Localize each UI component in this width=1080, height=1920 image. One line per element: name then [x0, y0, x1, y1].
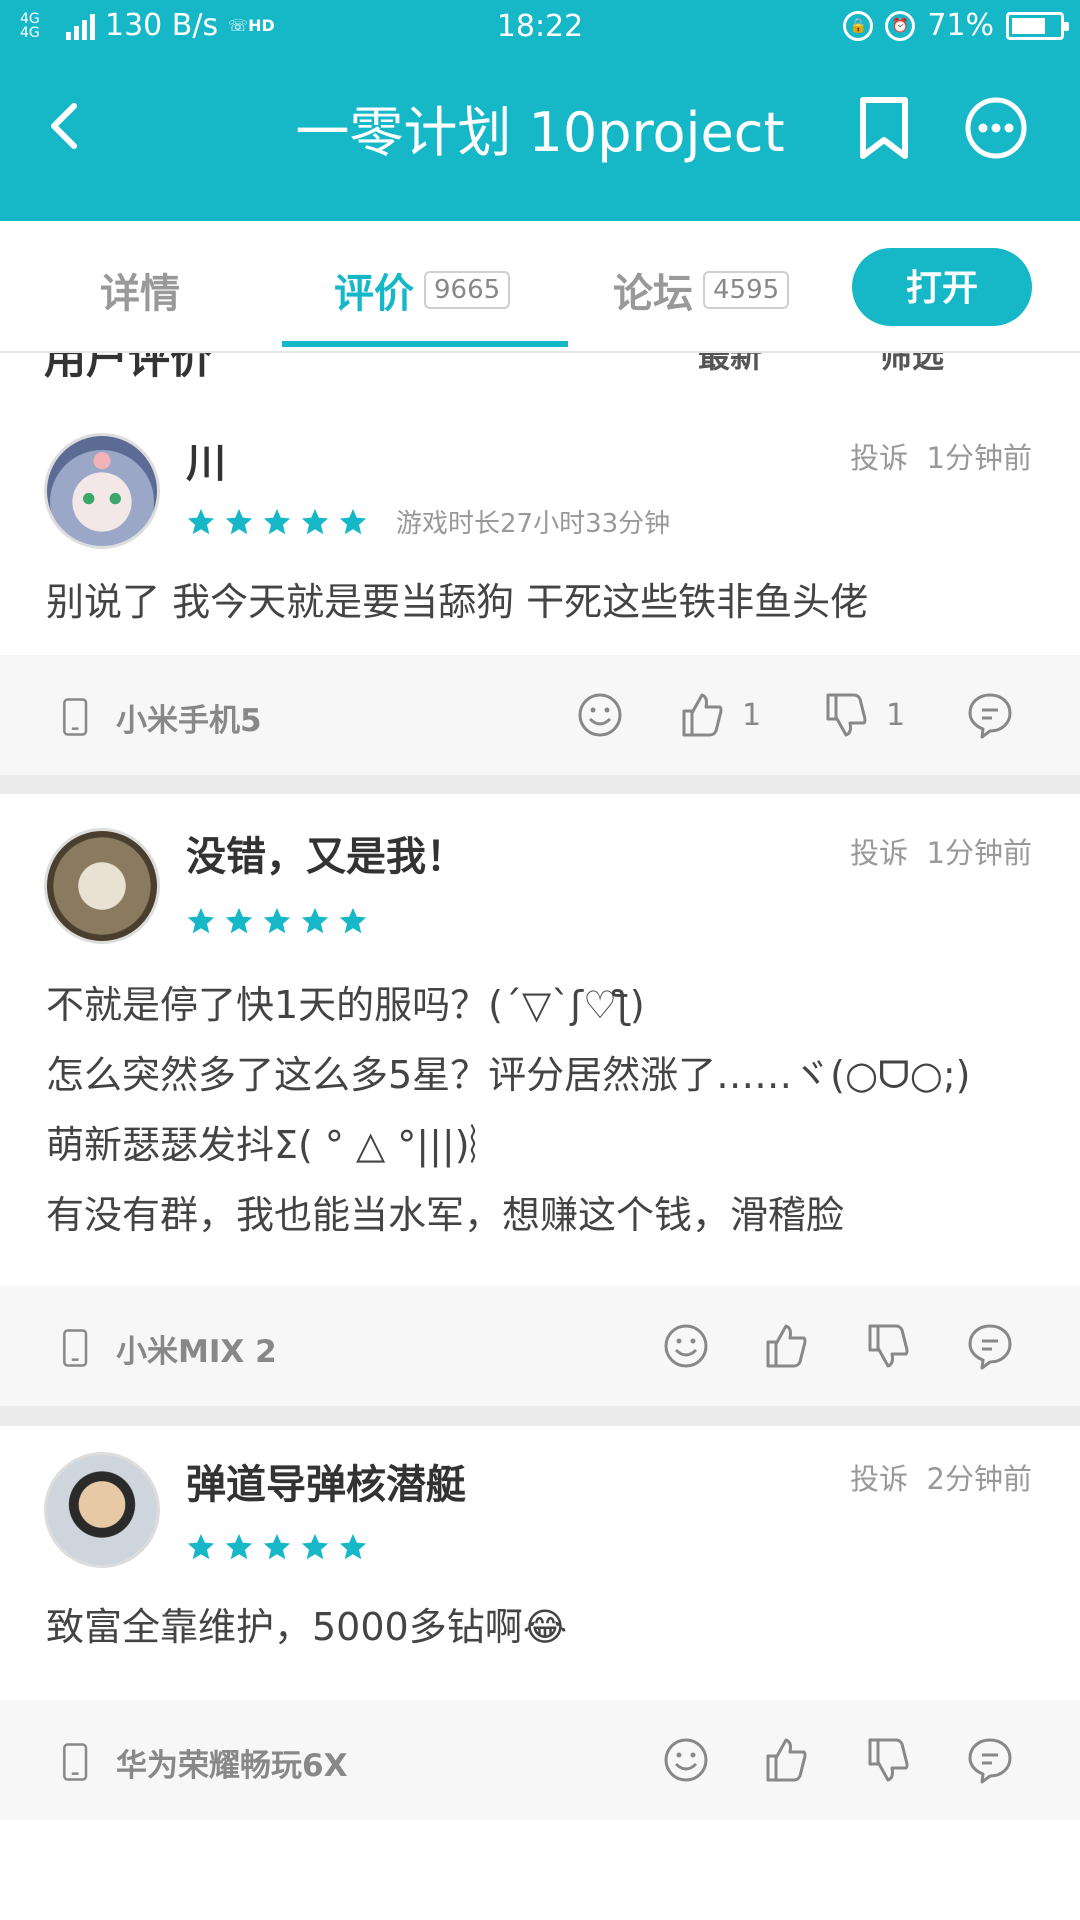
review-card: 没错，又是我！ 投诉 1分钟前 不就是停了快1天的服吗？(´▽`ʃ♡ƪ) 怎么突…: [0, 794, 1080, 1426]
section-title: 用户评价: [44, 353, 213, 383]
review-time: 1分钟前: [926, 836, 1032, 870]
reviewer-name[interactable]: 川: [186, 431, 226, 489]
review-card: 弹道导弹核潜艇 投诉 2分钟前 致富全靠维护，5000多钻啊😂 华为荣耀畅玩6X: [0, 1426, 1080, 1820]
thumbs-down-icon: [868, 1324, 909, 1368]
avatar[interactable]: [44, 433, 160, 549]
bookmark-icon[interactable]: [855, 96, 913, 160]
comment-icon: [968, 1324, 1012, 1370]
review-time: 1分钟前: [926, 441, 1032, 475]
app-header: 4G 4G 130 B/s ☏HD 18:22 🔒 ⏰ 71% 一零计划 10p…: [0, 0, 1080, 221]
sort-filter[interactable]: 筛选: [880, 353, 944, 377]
star-icon: [225, 508, 253, 534]
play-time: 游戏时长27小时33分钟: [396, 509, 671, 539]
review-footer: 小米手机5 1 1: [0, 655, 1080, 775]
thumbs-down-icon: [826, 693, 867, 737]
report-link[interactable]: 投诉: [850, 1462, 908, 1496]
star-icon: [225, 1533, 253, 1560]
open-button[interactable]: 打开: [852, 248, 1032, 326]
avatar[interactable]: [44, 828, 160, 944]
star-icon: [187, 907, 215, 934]
smiley-icon: [664, 1324, 708, 1368]
reviewer-name[interactable]: 没错，又是我！: [186, 824, 466, 882]
smiley-icon: [664, 1738, 708, 1782]
emoji-react-button[interactable]: [662, 1736, 710, 1784]
emoji-react-button[interactable]: [662, 1322, 710, 1370]
forum-count-badge: 4595: [703, 271, 790, 309]
comment-icon: [968, 693, 1012, 739]
like-button[interactable]: 1: [678, 691, 761, 739]
nav-bar: 一零计划 10project: [0, 56, 1080, 221]
rating-stars: [186, 1532, 368, 1562]
thumbs-up-icon: [766, 1738, 807, 1782]
comment-button[interactable]: [966, 1322, 1014, 1370]
device-info: 华为荣耀畅玩6X: [56, 1738, 347, 1786]
star-icon: [301, 1533, 329, 1560]
dislike-count: 1: [886, 697, 906, 733]
review-footer: 华为荣耀畅玩6X: [0, 1700, 1080, 1820]
phone-icon: [63, 698, 88, 736]
phone-icon: [63, 1743, 88, 1781]
dislike-button[interactable]: [864, 1736, 912, 1784]
card-divider: [0, 775, 1080, 795]
thumbs-down-icon: [868, 1738, 909, 1782]
review-content: 不就是停了快1天的服吗？(´▽`ʃ♡ƪ) 怎么突然多了这么多5星？评分居然涨了……: [46, 983, 971, 1237]
comment-button[interactable]: [966, 691, 1014, 739]
star-icon: [339, 907, 367, 934]
review-count-badge: 9665: [424, 271, 511, 309]
like-count: 1: [742, 697, 762, 733]
dislike-button[interactable]: 1: [822, 691, 905, 739]
rotation-lock-icon: 🔒: [843, 10, 874, 41]
comment-button[interactable]: [966, 1736, 1014, 1784]
more-icon[interactable]: [964, 96, 1028, 160]
rating-stars: [186, 906, 368, 936]
star-icon: [263, 508, 291, 534]
tab-bar: 详情 评价 9665 论坛 4595 打开: [0, 221, 1080, 353]
emoji-react-button[interactable]: [576, 691, 624, 739]
like-button[interactable]: [762, 1322, 810, 1370]
tab-details[interactable]: 详情: [100, 261, 180, 319]
rating-stars: 游戏时长27小时33分钟: [186, 503, 670, 540]
active-tab-indicator: [282, 341, 568, 347]
report-link[interactable]: 投诉: [850, 441, 908, 475]
like-button[interactable]: [762, 1736, 810, 1784]
review-content: 致富全靠维护，5000多钻啊😂: [46, 1605, 568, 1649]
sort-latest[interactable]: 最新: [698, 353, 762, 377]
device-info: 小米手机5: [56, 693, 262, 741]
battery-icon: [1006, 11, 1069, 40]
reviewer-name[interactable]: 弹道导弹核潜艇: [186, 1452, 466, 1510]
card-divider: [0, 1406, 1080, 1426]
star-icon: [187, 1533, 215, 1560]
star-icon: [187, 508, 215, 534]
alarm-icon: ⏰: [885, 10, 916, 41]
star-icon: [339, 1533, 367, 1560]
report-link[interactable]: 投诉: [850, 836, 908, 870]
review-footer: 小米MIX 2: [0, 1286, 1080, 1406]
star-icon: [225, 907, 253, 934]
battery-percent: 71%: [927, 8, 994, 43]
status-bar: 4G 4G 130 B/s ☏HD 18:22 🔒 ⏰ 71%: [0, 0, 1080, 56]
review-time: 2分钟前: [926, 1462, 1032, 1496]
page-title: 一零计划 10project: [295, 101, 785, 164]
review-card: 川 投诉 1分钟前 游戏时长27小时33分钟 别说了 我今天就是要当舔狗 干死这…: [0, 393, 1080, 795]
thumbs-up-icon: [766, 1324, 807, 1368]
star-icon: [263, 1533, 291, 1560]
section-header-peek: 用户评价 最新 筛选: [0, 353, 1080, 393]
tab-reviews[interactable]: 评价 9665: [334, 261, 511, 319]
device-info: 小米MIX 2: [56, 1324, 277, 1372]
smiley-icon: [578, 693, 622, 737]
dislike-button[interactable]: [864, 1322, 912, 1370]
tab-forum[interactable]: 论坛 4595: [613, 261, 790, 319]
comment-icon: [968, 1738, 1012, 1784]
star-icon: [339, 508, 367, 534]
thumbs-up-icon: [682, 693, 723, 737]
avatar[interactable]: [44, 1452, 160, 1568]
star-icon: [301, 907, 329, 934]
star-icon: [263, 907, 291, 934]
phone-icon: [63, 1329, 88, 1367]
star-icon: [301, 508, 329, 534]
review-content: 别说了 我今天就是要当舔狗 干死这些铁非鱼头佬: [46, 580, 869, 624]
